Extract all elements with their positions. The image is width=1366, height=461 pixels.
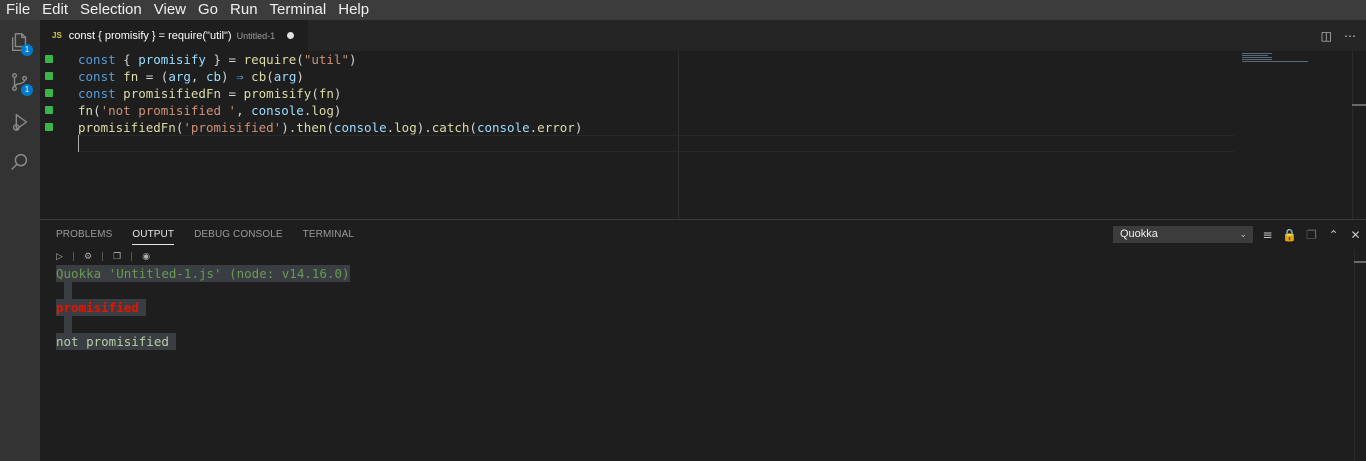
run-icon[interactable]: ▷ [56,252,63,262]
coverage-marker [45,106,53,114]
output-line-not-promisified: not promisified [56,333,177,350]
menu-edit[interactable]: Edit [36,0,74,20]
copy-icon[interactable]: ❐ [113,252,121,262]
more-actions-icon[interactable]: ⋯ [1344,29,1356,43]
tab-untitled-1[interactable]: JS const { promisify } = require("util")… [40,20,308,51]
code-line-4: fn('not promisified ', console.log) [78,103,342,118]
search-button[interactable] [0,142,40,182]
tab-terminal[interactable]: TERMINAL [303,220,354,250]
coverage-marker [45,55,53,63]
close-panel-icon[interactable]: ✕ [1348,228,1363,242]
menu-file[interactable]: File [0,0,36,20]
source-control-badge: 1 [21,84,33,96]
search-icon [11,153,28,170]
text-cursor [78,135,79,152]
scroll-position-marker [1354,261,1366,263]
open-log-icon[interactable]: ❐ [1304,228,1319,242]
panel-actions: ≡ 🔒 ❐ ⌃ ✕ [1260,226,1363,243]
menu-terminal[interactable]: Terminal [264,0,333,20]
coverage-marker [45,123,53,131]
coverage-marker [45,89,53,97]
code-line: const { promisify } = require("util") [40,51,1240,68]
menu-bar: File Edit Selection View Go Run Terminal… [0,0,1366,20]
run-debug-button[interactable] [0,102,40,142]
menu-selection[interactable]: Selection [74,0,148,20]
output-blank-line [64,282,72,299]
code-line: promisifiedFn('promisified').then(consol… [40,119,1240,136]
run-debug-icon [12,113,28,131]
output-channel-select[interactable]: Quokka ⌄ [1113,226,1253,243]
menu-go[interactable]: Go [192,0,224,20]
tab-debug-console[interactable]: DEBUG CONSOLE [194,220,283,250]
current-line-highlight [78,135,1234,152]
editor-scrollbar[interactable] [1352,51,1366,219]
code-line-1: const { promisify } = require("util") [78,52,357,67]
javascript-file-icon: JS [52,31,62,40]
panel-tabs: PROBLEMS OUTPUT DEBUG CONSOLE TERMINAL [56,220,374,250]
code-line-3: const promisifiedFn = promisify(fn) [78,86,342,101]
coverage-marker [45,72,53,80]
debug-icon[interactable]: ⚙ [84,252,92,262]
minimap[interactable] [1240,51,1320,71]
output-line-promisified: promisified [56,299,147,316]
maximize-panel-icon[interactable]: ⌃ [1326,228,1341,242]
explorer-badge: 1 [21,44,33,56]
code-editor[interactable]: const { promisify } = require("util") co… [40,51,1366,219]
output-blank-line [64,316,72,333]
code-line: const fn = (arg, cb) ⇒ cb(arg) [40,68,1240,85]
tab-problems[interactable]: PROBLEMS [56,220,112,250]
unsaved-dot-icon[interactable] [287,32,295,39]
bottom-panel: PROBLEMS OUTPUT DEBUG CONSOLE TERMINAL Q… [40,219,1366,461]
editor-actions: ◫ ⋯ [1321,20,1356,51]
chevron-down-icon: ⌄ [1239,229,1247,239]
menu-view[interactable]: View [148,0,192,20]
editor-tab-bar: JS const { promisify } = require("util")… [40,20,1366,51]
menu-help[interactable]: Help [332,0,375,20]
output-header: Quokka 'Untitled-1.js' (node: v14.16.0) [56,265,350,282]
quokka-toolbar: ▷ | ⚙ | ❐ | ◉ [56,252,151,262]
source-control-button[interactable]: 1 [0,62,40,102]
output-scrollbar[interactable] [1354,250,1366,461]
code-line: const promisifiedFn = promisify(fn) [40,85,1240,102]
activity-bar: 1 1 [0,20,40,461]
explorer-button[interactable]: 1 [0,22,40,62]
tab-output[interactable]: OUTPUT [132,220,174,250]
code-line: fn('not promisified ', console.log) [40,102,1240,119]
menu-run[interactable]: Run [224,0,264,20]
scroll-position-marker [1352,104,1366,106]
clear-output-icon[interactable]: ≡ [1260,228,1275,242]
output-channel-value: Quokka [1120,228,1158,240]
tab-title: const { promisify } = require("util") [68,29,232,42]
tab-description: Untitled-1 [236,30,276,41]
split-editor-icon[interactable]: ◫ [1321,29,1332,43]
code-line-2: const fn = (arg, cb) ⇒ cb(arg) [78,69,304,84]
code-line-5: promisifiedFn('promisified').then(consol… [78,120,583,135]
record-icon[interactable]: ◉ [142,252,150,262]
lock-scroll-icon[interactable]: 🔒 [1282,228,1297,242]
